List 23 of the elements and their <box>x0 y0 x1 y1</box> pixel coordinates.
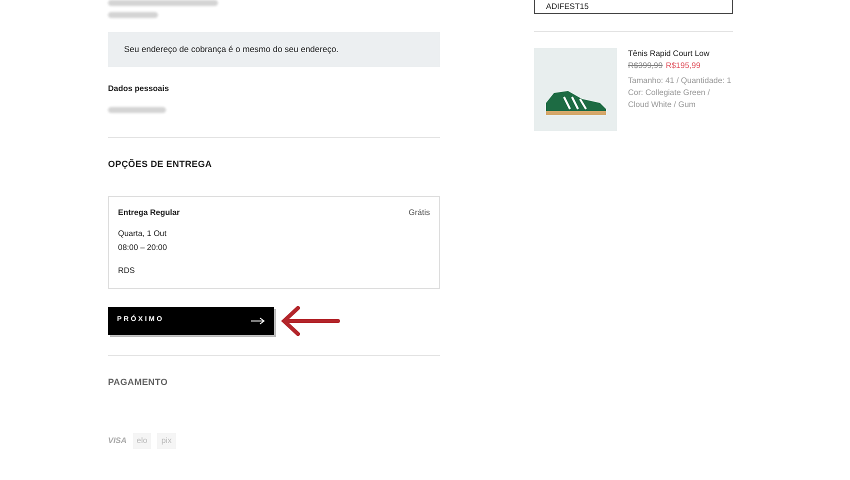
delivery-date: Quarta, 1 Out <box>118 228 168 240</box>
payment-logo: pix <box>157 433 176 449</box>
old-price: R$399,99 <box>628 60 663 72</box>
coupon-field[interactable]: ADIFEST15 <box>534 0 733 14</box>
billing-notice: Seu endereço de cobrança é o mesmo do seu endereço. <box>124 43 339 56</box>
blurred-text <box>108 107 166 113</box>
size-quantity: Tamanho: 41 / Quantidade: 1 <box>628 75 732 87</box>
product-color: Cor: Collegiate Green / Cloud White / Gum <box>628 87 711 111</box>
product-name: Tênis Rapid Court Low <box>628 48 710 60</box>
arrow-right-icon <box>251 316 265 324</box>
delivery-option-card[interactable]: Entrega Regular Grátis Quarta, 1 Out 08:00 – 20:00 RDS <box>108 196 440 288</box>
carrier: RDS <box>118 264 136 276</box>
option-name: Entrega Regular <box>118 206 180 218</box>
section-title: PAGAMENTO <box>108 376 169 388</box>
option-price: Grátis <box>408 206 430 218</box>
section-title: OPÇÕES DE ENTREGA <box>108 158 213 171</box>
payment-logo: VISA <box>108 435 127 447</box>
section-title: Dados pessoais <box>108 83 170 95</box>
payment-logo: elo <box>132 433 152 449</box>
blurred-text <box>108 12 158 18</box>
sale-price: R$195,99 <box>666 60 700 72</box>
delivery-hours: 08:00 – 20:00 <box>118 242 168 254</box>
sneaker-icon <box>544 89 608 115</box>
